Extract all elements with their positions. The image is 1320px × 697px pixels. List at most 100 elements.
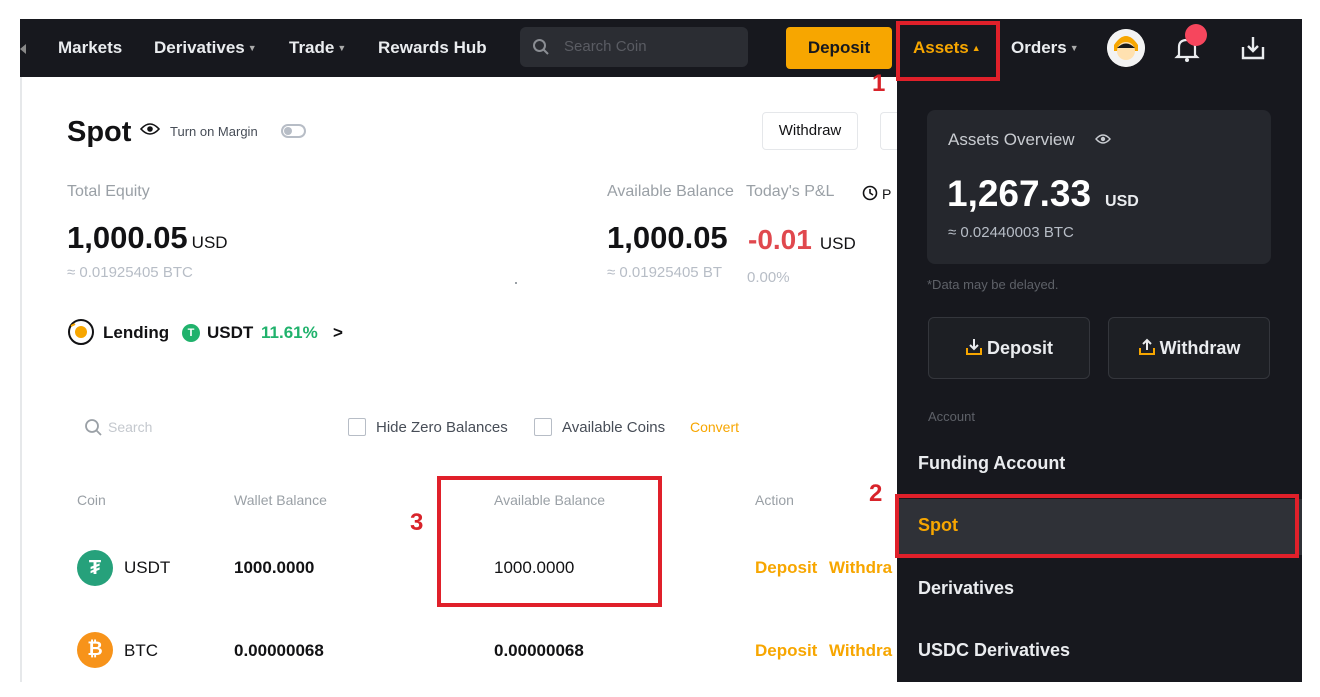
download-app-icon[interactable]	[1240, 35, 1266, 61]
overview-number: 1,267.33	[947, 173, 1092, 214]
user-avatar-icon	[1107, 29, 1145, 67]
wallet-balance: 1000.0000	[234, 558, 315, 577]
divider-dot	[515, 282, 517, 284]
annotation-number-2: 2	[869, 480, 883, 507]
annotation-box-1	[896, 21, 1000, 81]
available-balance: 0.00000068	[494, 641, 584, 660]
menu-item-derivatives[interactable]: Derivatives	[918, 578, 1014, 599]
annotation-box-3	[437, 476, 662, 607]
margin-toggle-switch[interactable]	[281, 124, 306, 138]
lending-coin: USDT	[207, 323, 254, 342]
pnl-period-label: P	[882, 186, 892, 202]
lending-icon	[68, 319, 94, 345]
annotation-number-1: 1	[872, 70, 886, 97]
available-coins-label: Available Coins	[562, 419, 666, 436]
coin-search-input[interactable]: Search Coin	[520, 27, 748, 67]
column-header-action: Action	[755, 492, 794, 508]
overview-unit: USD	[1105, 193, 1139, 210]
total-equity-value: 1,000.05 USD	[67, 220, 228, 256]
nav-orders-label: Orders	[1011, 38, 1067, 57]
annotation-box-2	[895, 494, 1299, 558]
annotation-number-3: 3	[410, 509, 424, 536]
pnl-label: Today's P&L	[746, 183, 835, 201]
column-header-wallet: Wallet Balance	[234, 492, 327, 508]
nav-derivatives-label: Derivatives	[154, 38, 245, 57]
total-equity-btc: ≈ 0.01925405 BTC	[67, 264, 193, 281]
deposit-button[interactable]: Deposit	[786, 27, 892, 69]
withdraw-button-label: Withdraw	[778, 122, 842, 139]
notification-badge	[1185, 24, 1207, 46]
eye-icon[interactable]	[140, 122, 160, 136]
total-equity-number: 1,000.05	[67, 220, 188, 255]
nav-markets-label: Markets	[58, 38, 123, 57]
lending-rate: 11.61%	[261, 323, 318, 342]
overview-btc: ≈ 0.02440003 BTC	[948, 224, 1074, 241]
account-section-header: Account	[928, 409, 975, 424]
dropdown-deposit-button[interactable]: Deposit	[928, 317, 1090, 379]
upload-icon	[1138, 338, 1155, 355]
wallet-balance: 0.00000068	[234, 641, 324, 660]
lending-label: Lending	[103, 323, 170, 342]
total-equity-unit: USD	[191, 233, 228, 252]
lending-row[interactable]	[67, 318, 97, 348]
total-equity-label: Total Equity	[67, 183, 150, 200]
usdt-tether-icon: T	[182, 324, 200, 342]
nav-derivatives[interactable]: Derivatives ▼	[154, 19, 257, 77]
menu-item-usdc-derivatives[interactable]: USDC Derivatives	[918, 640, 1070, 661]
assets-overview-card: Assets Overview 1,267.33 USD ≈ 0.02440003…	[927, 110, 1271, 264]
lending-arrow-icon[interactable]: >	[333, 323, 343, 343]
overview-title: Assets Overview	[948, 130, 1075, 149]
nav-orders[interactable]: Orders ▼	[1011, 19, 1079, 77]
hide-zero-checkbox[interactable]	[348, 418, 366, 436]
pnl-percent: 0.00%	[747, 269, 790, 286]
row-deposit-link[interactable]: Deposit	[755, 558, 817, 578]
available-balance-btc: ≈ 0.01925405 BT	[607, 264, 722, 281]
nav-markets[interactable]: Markets	[58, 19, 122, 77]
available-balance-label: Available Balance	[607, 183, 734, 200]
usdt-coin-icon: ₮	[77, 550, 113, 586]
column-header-coin: Coin	[77, 492, 106, 508]
available-balance-value: 1,000.05	[607, 220, 728, 255]
row-deposit-link[interactable]: Deposit	[755, 641, 817, 661]
nav-rewards-hub-label: Rewards Hub	[378, 38, 487, 57]
row-withdraw-link[interactable]: Withdra	[829, 558, 892, 578]
btc-coin-icon: ₿	[77, 632, 113, 668]
clock-icon	[862, 185, 878, 201]
deposit-button-label: Deposit	[807, 38, 871, 57]
transfer-button[interactable]	[880, 112, 897, 150]
overview-value: 1,267.33 USD	[947, 173, 1139, 215]
page-left-border	[20, 77, 22, 682]
margin-toggle-label: Turn on Margin	[170, 124, 258, 139]
nav-trade-label: Trade	[289, 38, 335, 57]
caret-down-icon: ▼	[1069, 43, 1079, 53]
convert-link[interactable]: Convert	[690, 419, 739, 435]
avatar[interactable]	[1107, 29, 1145, 67]
pnl-unit: USD	[819, 234, 856, 253]
withdraw-button[interactable]: Withdraw	[762, 112, 858, 150]
eye-icon[interactable]	[1095, 133, 1111, 145]
search-icon	[85, 419, 102, 436]
dropdown-deposit-label: Deposit	[986, 338, 1053, 358]
search-icon	[533, 39, 549, 55]
pnl-value: -0.01 USD	[748, 224, 856, 256]
available-coins-checkbox[interactable]	[534, 418, 552, 436]
asset-search-input[interactable]: Search	[108, 419, 152, 435]
nav-trade[interactable]: Trade ▼	[289, 19, 346, 77]
pnl-number: -0.01	[748, 224, 812, 255]
assets-dropdown-menu: Assets Overview 1,267.33 USD ≈ 0.02440003…	[897, 77, 1302, 682]
download-icon	[965, 339, 982, 355]
caret-down-icon: ▼	[337, 43, 347, 53]
top-navigation-bar: Markets Derivatives ▼ Trade ▼ Rewards Hub …	[20, 19, 1302, 77]
dropdown-withdraw-label: Withdraw	[1159, 338, 1241, 358]
scroll-left-icon[interactable]	[20, 44, 26, 54]
page-title: Spot	[67, 116, 132, 148]
coin-name: USDT	[124, 558, 171, 577]
hide-zero-label: Hide Zero Balances	[376, 419, 508, 436]
coin-name: BTC	[124, 641, 158, 660]
nav-rewards-hub[interactable]: Rewards Hub	[378, 19, 487, 77]
search-placeholder: Search Coin	[564, 38, 647, 55]
dropdown-withdraw-button[interactable]: Withdraw	[1108, 317, 1270, 379]
row-withdraw-link[interactable]: Withdra	[829, 641, 892, 661]
data-delay-note: *Data may be delayed.	[927, 277, 1059, 292]
menu-item-funding-account[interactable]: Funding Account	[918, 453, 1065, 474]
